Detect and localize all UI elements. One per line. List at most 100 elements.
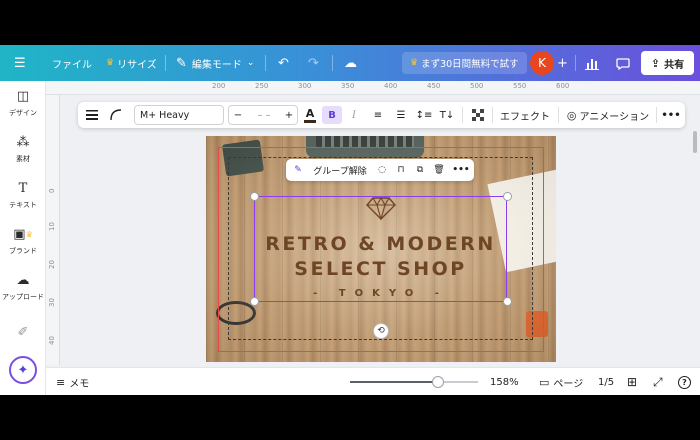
zoom-slider[interactable] — [350, 376, 478, 388]
list-button[interactable]: ☰ — [391, 102, 411, 128]
help-icon: ? — [678, 375, 691, 389]
resize-button[interactable]: ♛ リサイズ — [106, 45, 157, 81]
pages-button[interactable]: ▭ ページ — [539, 368, 583, 395]
file-menu-button[interactable]: ファイル — [52, 45, 92, 81]
zoom-slider-handle[interactable] — [432, 376, 445, 388]
plus-icon: + — [557, 55, 568, 71]
size-decrease-button[interactable]: − — [231, 106, 245, 124]
selection-box[interactable] — [254, 196, 507, 302]
line-weight-icon — [86, 110, 98, 120]
comment-button[interactable] — [616, 45, 630, 81]
redo-button[interactable]: ↷ — [308, 45, 319, 81]
text-color-button[interactable]: A — [300, 102, 320, 128]
resize-label: リサイズ — [117, 59, 157, 71]
corner-rounding-button[interactable] — [106, 102, 126, 128]
font-family-select[interactable]: M+ Heavy — [134, 105, 224, 125]
toolbar-divider — [492, 107, 493, 123]
share-label: 共有 — [664, 59, 685, 71]
edit-mode-button[interactable]: ✎ 編集モード ⌄ — [176, 45, 254, 81]
zoom-level[interactable]: 158% — [490, 368, 519, 395]
upload-icon: ☁ — [16, 272, 30, 288]
share-button[interactable]: ⇪ 共有 — [641, 51, 694, 75]
comment-icon — [616, 58, 630, 70]
lock-button[interactable]: ⊓ — [393, 159, 409, 181]
magic-assistant-button[interactable]: ✦ — [9, 356, 37, 384]
add-collaborator-button[interactable]: + — [557, 45, 568, 81]
text-icon: T — [18, 180, 28, 196]
page-counter[interactable]: 1/5 — [598, 368, 614, 395]
animation-button[interactable]: ◎ アニメーション — [564, 102, 652, 128]
free-trial-button[interactable]: ♛ まず30日間無料で試す — [402, 52, 527, 74]
align-button[interactable]: ≡ — [368, 102, 388, 128]
sidebar-item-elements[interactable]: ⁂ 素材 — [0, 129, 46, 169]
vertical-text-icon: T↓ — [439, 109, 455, 121]
font-size-input[interactable]: – – — [247, 106, 281, 124]
bold-button[interactable]: B — [322, 106, 342, 124]
top-header: ☰ ファイル ♛ リサイズ ✎ 編集モード ⌄ ↶ ↷ ☁ ♛ まず30日間無料で… — [0, 45, 700, 81]
brand-icon: ▣♛ — [13, 226, 33, 242]
ruler-tick: 40 — [48, 336, 56, 345]
rotate-handle[interactable]: ⟲ — [373, 323, 389, 339]
ungroup-button[interactable]: グループ解除 — [310, 159, 370, 181]
undo-button[interactable]: ↶ — [278, 45, 289, 81]
sidebar-item-design[interactable]: ◫ デザイン — [0, 83, 46, 123]
edit-mode-label: 編集モード — [191, 59, 242, 71]
delete-button[interactable]: 🗑 — [431, 159, 447, 181]
line-weight-button[interactable] — [82, 102, 102, 128]
fullscreen-button[interactable]: ⤢ — [653, 368, 663, 395]
grid-view-button[interactable]: ⊞ — [627, 368, 637, 395]
header-divider — [165, 55, 166, 71]
ruler-tick: 200 — [212, 82, 226, 90]
help-button[interactable]: ? — [678, 368, 691, 395]
sidebar-item-label: 素材 — [16, 154, 30, 163]
menu-icon[interactable]: ☰ — [14, 45, 26, 81]
header-divider — [265, 55, 266, 71]
ruler-tick: 350 — [341, 82, 355, 90]
animation-icon: ◎ — [566, 108, 577, 122]
effects-button[interactable]: エフェクト — [498, 102, 552, 128]
resize-handle-top-right[interactable] — [503, 192, 512, 201]
expand-icon: ⤢ — [653, 374, 663, 389]
text-toolbar: M+ Heavy − – – + A B I ≡ ☰ ↕≡ T↓ エフェクト ◎… — [78, 102, 685, 128]
redo-icon: ↷ — [308, 55, 319, 71]
transparency-button[interactable] — [468, 102, 488, 128]
lock-icon: ⊓ — [397, 165, 405, 175]
size-increase-button[interactable]: + — [282, 106, 296, 124]
sidebar-item-draw[interactable]: ✐ — [0, 313, 46, 353]
resize-handle-top-left[interactable] — [250, 192, 259, 201]
duplicate-button[interactable]: ⧉ — [412, 159, 428, 181]
font-size-value: – – — [257, 109, 271, 121]
ruler-tick: 550 — [513, 82, 527, 90]
sidebar-item-upload[interactable]: ☁ アップロード — [0, 267, 46, 307]
more-icon: ••• — [452, 165, 470, 175]
more-options-button[interactable]: ••• — [661, 102, 680, 128]
selection-context-menu: ✎ グループ解除 ◌ ⊓ ⧉ 🗑 ••• — [286, 159, 474, 181]
bottom-bar: ≡ メモ 158% ▭ ページ 1/5 ⊞ ⤢ ? — [46, 367, 700, 395]
resize-handle-bottom-right[interactable] — [503, 297, 512, 306]
sidebar-item-brand[interactable]: ▣♛ ブランド — [0, 221, 46, 261]
sidebar-item-label: テキスト — [9, 200, 37, 209]
avatar[interactable]: K — [530, 51, 554, 75]
italic-button[interactable]: I — [344, 102, 364, 128]
magic-edit-button[interactable]: ✎ — [290, 159, 306, 181]
vertical-text-button[interactable]: T↓ — [437, 102, 457, 128]
draw-icon: ✐ — [17, 325, 29, 340]
toolbar-divider — [656, 107, 657, 123]
layout-icon: ◫ — [16, 88, 30, 104]
resize-handle-bottom-left[interactable] — [250, 297, 259, 306]
context-more-button[interactable]: ••• — [452, 159, 470, 181]
sidebar-item-label: アップロード — [2, 292, 44, 301]
pencil-icon: ✎ — [176, 55, 187, 71]
insights-button[interactable] — [585, 45, 599, 81]
animation-label: アニメーション — [579, 111, 650, 123]
notes-icon: ≡ — [56, 375, 66, 389]
sidebar-item-text[interactable]: T テキスト — [0, 175, 46, 215]
vertical-scrollbar[interactable] — [693, 131, 697, 153]
spacing-button[interactable]: ↕≡ — [414, 102, 434, 128]
cloud-save-button[interactable]: ☁ — [344, 45, 357, 81]
ruler-tick: 300 — [298, 82, 312, 90]
font-family-value: M+ Heavy — [140, 109, 190, 121]
notes-button[interactable]: ≡ メモ — [56, 368, 89, 395]
elements-icon: ⁂ — [16, 134, 30, 150]
comment-add-button[interactable]: ◌ — [374, 159, 390, 181]
